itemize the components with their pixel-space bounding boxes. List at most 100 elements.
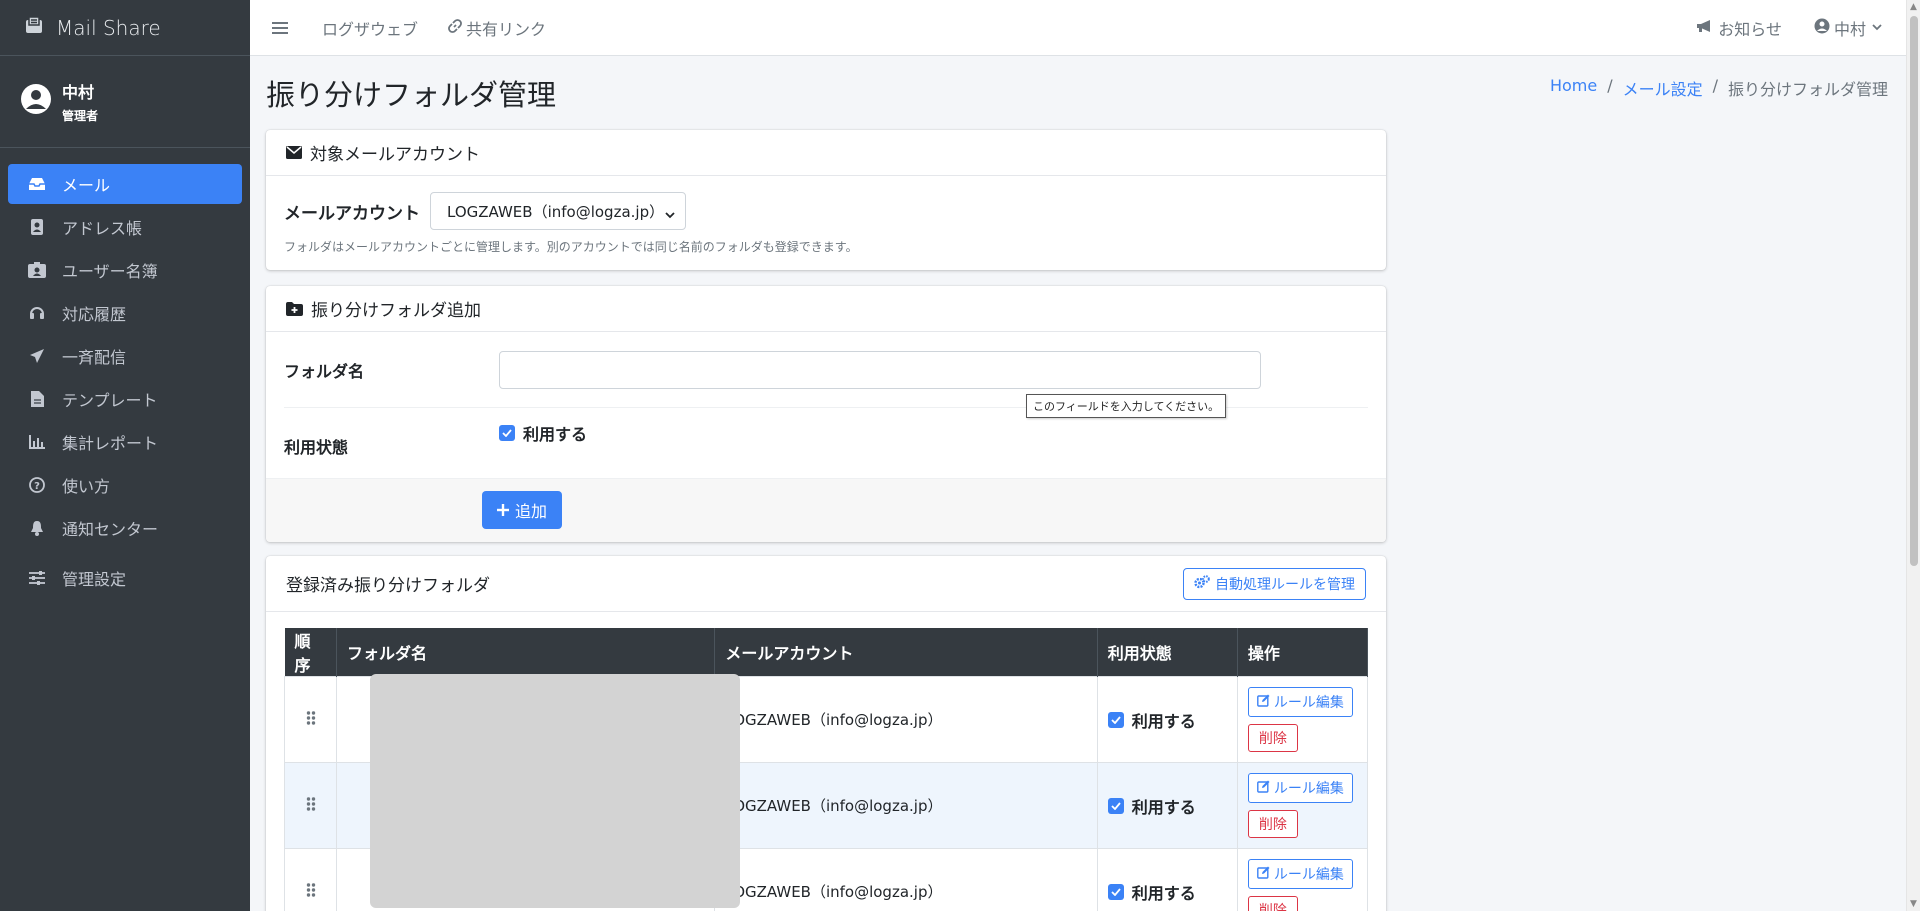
edit-icon [1256, 694, 1270, 711]
delete-button[interactable]: 削除 [1247, 896, 1298, 911]
account-select[interactable]: LOGZAWEB（info@logza.jp） [430, 192, 686, 230]
sidebar-item-template[interactable]: テンプレート [8, 379, 242, 419]
hamburger-menu-icon[interactable] [272, 21, 292, 35]
brand-link[interactable]: Mail Share [0, 0, 250, 56]
card-footer: 追加 [266, 478, 1386, 542]
status-checkbox[interactable]: 利用する [499, 421, 587, 445]
account-help-text: フォルダはメールアカウントごとに管理します。別のアカウントでは同じ名前のフォルダ… [284, 240, 858, 254]
sidebar-item-label: 管理設定 [62, 570, 127, 589]
sidebar-item-user-list[interactable]: ユーザー名簿 [8, 250, 242, 290]
breadcrumb-home[interactable]: Home [1550, 76, 1597, 100]
sidebar-item-mail[interactable]: メール [8, 164, 242, 204]
add-button-label: 追加 [514, 502, 547, 521]
card-header: 登録済み振り分けフォルダ 自動処理ルールを管理 [266, 556, 1386, 612]
status-text: 利用する [1131, 883, 1196, 903]
top-navbar: ログザウェブ 共有リンク お知らせ 中村 [250, 0, 1906, 56]
edit-icon [1256, 866, 1270, 883]
chevron-down-icon [1872, 24, 1882, 31]
notice-link[interactable]: お知らせ [1696, 16, 1782, 40]
folders-table-wrapper: 順序 フォルダ名 メールアカウント 利用状態 操作 LOGZAWEB（info@… [283, 628, 1369, 911]
sidebar-item-label: テンプレート [62, 391, 158, 410]
sidebar-item-broadcast[interactable]: 一斉配信 [8, 336, 242, 376]
sidebar-item-history[interactable]: 対応履歴 [8, 293, 242, 333]
edit-rule-button[interactable]: ルール編集 [1247, 773, 1353, 803]
inbox-icon [26, 177, 48, 191]
account-label: メールアカウント [284, 203, 420, 224]
delete-button[interactable]: 削除 [1247, 810, 1298, 838]
user-circle-icon [20, 83, 52, 120]
folder-name-label: フォルダ名 [284, 361, 365, 381]
manage-rules-label: 自動処理ルールを管理 [1215, 576, 1355, 593]
nav-link-shared-link[interactable]: 共有リンク [448, 16, 546, 40]
table-header-row: 順序 フォルダ名 メールアカウント 利用状態 操作 [284, 628, 1369, 677]
folder-name-input[interactable] [499, 350, 1261, 389]
envelope-open-icon [24, 15, 44, 40]
drag-handle[interactable] [283, 676, 338, 763]
headset-icon [26, 305, 48, 321]
sidebar-nav: メール アドレス帳 ユーザー名簿 対応履歴 一斉配信 テンプレート 集計レポート… [0, 148, 250, 598]
page-title: 振り分けフォルダ管理 [266, 78, 557, 112]
chevron-down-icon [665, 205, 675, 223]
breadcrumb-current: 振り分けフォルダ管理 [1727, 80, 1888, 99]
status-checkbox[interactable]: 利用する [1107, 794, 1196, 818]
bell-icon [26, 520, 48, 536]
add-folder-card: 振り分けフォルダ追加 フォルダ名 利用状態 利用する このフィールドを入力してく… [266, 286, 1386, 542]
status-text: 利用する [1131, 711, 1196, 731]
grip-vertical-icon [306, 882, 316, 902]
edit-rule-label: ルール編集 [1273, 867, 1344, 883]
scroll-up-arrow-icon[interactable]: ▲ [1910, 2, 1917, 12]
sidebar-item-label: 一斉配信 [62, 348, 127, 367]
checkbox-checked-icon [1107, 711, 1124, 728]
paper-plane-icon [26, 348, 48, 364]
chart-icon [26, 435, 48, 449]
status-checkbox-label: 利用する [523, 425, 588, 444]
sidebar-item-label: 使い方 [62, 477, 111, 496]
scroll-down-arrow-icon[interactable]: ▼ [1910, 899, 1917, 909]
user-panel[interactable]: 中村 管理者 [0, 56, 250, 148]
user-role: 管理者 [62, 109, 99, 123]
add-folder-button[interactable]: 追加 [482, 491, 562, 529]
sidebar-item-admin-settings[interactable]: 管理設定 [8, 558, 242, 598]
card-title: 対象メールアカウント [310, 145, 480, 165]
user-name: 中村 [62, 83, 95, 102]
edit-rule-button[interactable]: ルール編集 [1247, 687, 1353, 717]
status-checkbox[interactable]: 利用する [1107, 708, 1196, 732]
breadcrumb: Home / メール設定 / 振り分けフォルダ管理 [1550, 76, 1888, 100]
plus-icon [496, 501, 509, 520]
drag-handle[interactable] [283, 848, 338, 911]
sidebar-item-address-book[interactable]: アドレス帳 [8, 207, 242, 247]
column-header-actions: 操作 [1237, 628, 1369, 677]
sidebar-item-notification-center[interactable]: 通知センター [8, 508, 242, 548]
sidebar-item-label: メール [62, 176, 111, 195]
grip-vertical-icon [306, 710, 316, 730]
actions-cell: ルール編集 削除 [1236, 676, 1369, 763]
sidebar-item-how-to[interactable]: ? 使い方 [8, 465, 242, 505]
sidebar-item-label: 通知センター [62, 520, 159, 539]
account-cell: LOGZAWEB（info@logza.jp） [714, 676, 1098, 763]
sidebar: Mail Share 中村 管理者 メール アドレス帳 ユーザー名簿 対応履歴 [0, 0, 250, 911]
column-header-folder-name: フォルダ名 [336, 628, 716, 677]
column-header-order: 順序 [284, 628, 338, 677]
sidebar-item-report[interactable]: 集計レポート [8, 422, 242, 462]
breadcrumb-mail-settings[interactable]: メール設定 [1623, 76, 1703, 100]
drag-handle[interactable] [283, 762, 338, 849]
nav-link-logzaweb[interactable]: ログザウェブ [322, 16, 418, 40]
card-title: 振り分けフォルダ追加 [311, 301, 481, 321]
status-cell: 利用する [1096, 676, 1238, 763]
account-cell: LOGZAWEB（info@logza.jp） [714, 762, 1098, 849]
envelope-icon [286, 146, 302, 159]
file-icon [26, 391, 48, 407]
target-account-card: 対象メールアカウント メールアカウント LOGZAWEB（info@logza.… [266, 130, 1386, 270]
user-menu-dropdown[interactable]: 中村 [1814, 16, 1882, 40]
manage-rules-button[interactable]: 自動処理ルールを管理 [1183, 567, 1366, 600]
delete-button[interactable]: 削除 [1247, 724, 1298, 752]
registered-folders-card: 登録済み振り分けフォルダ 自動処理ルールを管理 順序 フォルダ名 メールアカウン… [266, 556, 1386, 911]
status-checkbox[interactable]: 利用する [1107, 880, 1196, 904]
page-scrollbar[interactable]: ▲ ▼ [1906, 0, 1920, 911]
edit-rule-button[interactable]: ルール編集 [1247, 859, 1353, 889]
user-circle-icon [1814, 18, 1830, 38]
scrollbar-thumb[interactable] [1910, 16, 1918, 566]
sidebar-item-label: 対応履歴 [62, 305, 127, 324]
address-book-icon [26, 219, 48, 235]
status-cell: 利用する [1096, 762, 1238, 849]
